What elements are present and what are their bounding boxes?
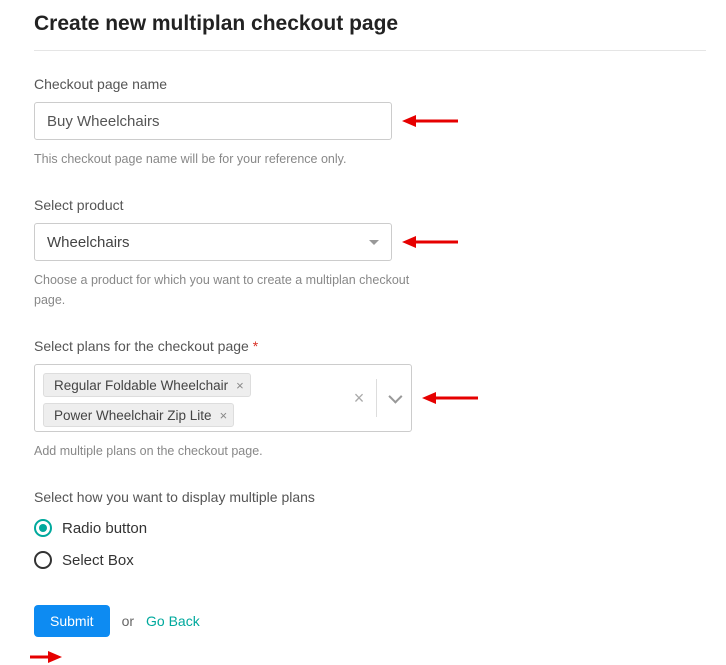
required-asterisk: * xyxy=(253,338,258,354)
plan-chip: Regular Foldable Wheelchair × xyxy=(43,373,251,397)
plans-chips-area: Regular Foldable Wheelchair × Power Whee… xyxy=(35,365,342,431)
radio-option-selectbox[interactable]: Select Box xyxy=(34,551,706,569)
remove-chip-icon[interactable]: × xyxy=(220,409,228,422)
field-select-plans: Select plans for the checkout page * Reg… xyxy=(34,338,706,461)
plan-chip: Power Wheelchair Zip Lite × xyxy=(43,403,234,427)
plans-helper: Add multiple plans on the checkout page. xyxy=(34,441,434,461)
product-select-value: Wheelchairs xyxy=(47,234,130,251)
submit-button[interactable]: Submit xyxy=(34,605,110,637)
form-actions: Submit or Go Back xyxy=(34,605,706,637)
plan-chip-label: Power Wheelchair Zip Lite xyxy=(54,408,212,423)
plans-label: Select plans for the checkout page * xyxy=(34,338,706,354)
radio-option-label: Radio button xyxy=(62,520,147,537)
checkout-name-input[interactable] xyxy=(34,102,392,140)
checkout-name-helper: This checkout page name will be for your… xyxy=(34,149,434,169)
field-select-product: Select product Wheelchairs Choose a prod… xyxy=(34,197,706,310)
page-title: Create new multiplan checkout page xyxy=(34,12,706,36)
open-dropdown-button[interactable] xyxy=(377,393,411,403)
plans-label-text: Select plans for the checkout page xyxy=(34,338,249,354)
chevron-down-icon xyxy=(388,390,402,404)
arrow-annotation-icon xyxy=(402,234,458,250)
plan-chip-label: Regular Foldable Wheelchair xyxy=(54,378,228,393)
radio-icon xyxy=(34,519,52,537)
product-helper: Choose a product for which you want to c… xyxy=(34,270,434,310)
arrow-annotation-icon xyxy=(402,113,458,129)
checkout-name-label: Checkout page name xyxy=(34,76,706,92)
caret-down-icon xyxy=(369,240,379,245)
divider xyxy=(34,50,706,51)
radio-icon xyxy=(34,551,52,569)
product-label: Select product xyxy=(34,197,706,213)
multiselect-controls: × xyxy=(342,365,411,431)
clear-all-icon[interactable]: × xyxy=(342,388,376,409)
field-checkout-name: Checkout page name This checkout page na… xyxy=(34,76,706,169)
plans-multiselect[interactable]: Regular Foldable Wheelchair × Power Whee… xyxy=(34,364,412,432)
display-mode-label: Select how you want to display multiple … xyxy=(34,489,706,505)
go-back-link[interactable]: Go Back xyxy=(146,613,200,629)
product-select[interactable]: Wheelchairs xyxy=(34,223,392,261)
or-text: or xyxy=(122,613,134,629)
field-display-mode: Select how you want to display multiple … xyxy=(34,489,706,569)
arrow-annotation-icon xyxy=(422,390,478,406)
radio-option-label: Select Box xyxy=(62,552,134,569)
remove-chip-icon[interactable]: × xyxy=(236,379,244,392)
arrow-annotation-icon xyxy=(30,649,62,665)
radio-option-radiobutton[interactable]: Radio button xyxy=(34,519,706,537)
